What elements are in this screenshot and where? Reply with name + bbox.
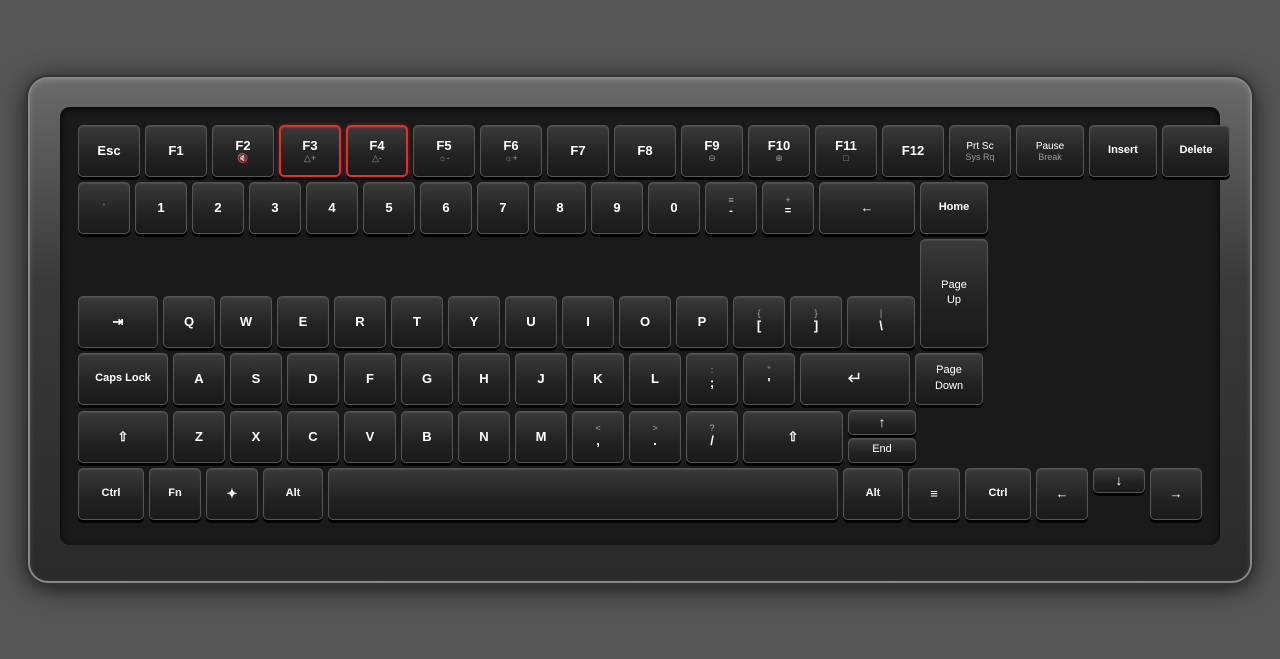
key-1[interactable]: 1 [135,182,187,234]
tab-row: ⇥ Q W E R T Y U I O P { [ } ] | \ [78,239,1202,348]
key-f5[interactable]: F5 ☼- [413,125,475,177]
key-f6[interactable]: F6 ☼+ [480,125,542,177]
key-v[interactable]: V [344,411,396,463]
key-pause[interactable]: Pause Break [1016,125,1084,177]
key-4[interactable]: 4 [306,182,358,234]
key-down[interactable]: ↓ [1093,468,1145,493]
key-t[interactable]: T [391,296,443,348]
key-lctrl[interactable]: Ctrl [78,468,144,520]
key-grave[interactable]: ' [78,182,130,234]
key-delete[interactable]: Delete [1162,125,1230,177]
key-m[interactable]: M [515,411,567,463]
key-f1[interactable]: F1 [145,125,207,177]
key-f2[interactable]: F2 🔇 [212,125,274,177]
key-g[interactable]: G [401,353,453,405]
arrow-cluster: ← ↓ → [1036,468,1202,520]
key-i[interactable]: I [562,296,614,348]
key-backspace[interactable]: ← [819,182,915,234]
key-8[interactable]: 8 [534,182,586,234]
key-5[interactable]: 5 [363,182,415,234]
key-ralt[interactable]: Alt [843,468,903,520]
key-enter[interactable]: ↵ [800,353,910,405]
key-pagedown[interactable]: PageDown [915,353,983,405]
key-up[interactable]: ↑ [848,410,916,435]
key-f11[interactable]: F11 □ [815,125,877,177]
key-f10[interactable]: F10 ⊕ [748,125,810,177]
key-o[interactable]: O [619,296,671,348]
key-s[interactable]: S [230,353,282,405]
key-h[interactable]: H [458,353,510,405]
key-e[interactable]: E [277,296,329,348]
key-left[interactable]: ← [1036,468,1088,520]
key-comma[interactable]: < , [572,411,624,463]
key-lalt[interactable]: Alt [263,468,323,520]
caps-row: Caps Lock A S D F G H J K L : ; " ' ↵ [78,353,1202,405]
key-w[interactable]: W [220,296,272,348]
key-0[interactable]: 0 [648,182,700,234]
key-u[interactable]: U [505,296,557,348]
key-l[interactable]: L [629,353,681,405]
key-p[interactable]: P [676,296,728,348]
key-k[interactable]: K [572,353,624,405]
key-3[interactable]: 3 [249,182,301,234]
key-prtsc[interactable]: Prt Sc Sys Rq [949,125,1011,177]
key-z[interactable]: Z [173,411,225,463]
key-period[interactable]: > . [629,411,681,463]
key-f[interactable]: F [344,353,396,405]
number-row: ' 1 2 3 4 5 6 7 8 9 0 ≡ - + = ← Home [78,182,1202,234]
key-menu[interactable]: ≡ [908,468,960,520]
key-lbracket[interactable]: { [ [733,296,785,348]
key-capslock[interactable]: Caps Lock [78,353,168,405]
key-f9[interactable]: F9 ⊖ [681,125,743,177]
key-6[interactable]: 6 [420,182,472,234]
key-minus[interactable]: ≡ - [705,182,757,234]
key-rshift[interactable]: ⇧ [743,411,843,463]
key-9[interactable]: 9 [591,182,643,234]
key-j[interactable]: J [515,353,567,405]
key-rbracket[interactable]: } ] [790,296,842,348]
key-backslash[interactable]: | \ [847,296,915,348]
key-c[interactable]: C [287,411,339,463]
key-fn[interactable]: Fn [149,468,201,520]
key-a[interactable]: A [173,353,225,405]
ctrl-row: Ctrl Fn ✦ Alt Alt ≡ Ctrl [78,468,1202,520]
key-rctrl[interactable]: Ctrl [965,468,1031,520]
key-lshift[interactable]: ⇧ [78,411,168,463]
key-f12[interactable]: F12 [882,125,944,177]
key-semicolon[interactable]: : ; [686,353,738,405]
key-equals[interactable]: + = [762,182,814,234]
key-2[interactable]: 2 [192,182,244,234]
key-pageup[interactable]: PageUp [920,239,988,348]
key-slash[interactable]: ? / [686,411,738,463]
key-b[interactable]: B [401,411,453,463]
key-end[interactable]: End [848,438,916,463]
fn-row: Esc F1 F2 🔇 F3 △+ F4 △- F5 ☼- F6 [78,125,1202,177]
key-quote[interactable]: " ' [743,353,795,405]
key-f8[interactable]: F8 [614,125,676,177]
up-down-cluster: ↓ [1093,468,1145,520]
key-win[interactable]: ✦ [206,468,258,520]
key-x[interactable]: X [230,411,282,463]
up-end-cluster: ↑ End [848,410,916,463]
key-y[interactable]: Y [448,296,500,348]
key-7[interactable]: 7 [477,182,529,234]
key-f4[interactable]: F4 △- [346,125,408,177]
keyboard-inner: Esc F1 F2 🔇 F3 △+ F4 △- F5 ☼- F 6 [60,107,1220,545]
key-f3[interactable]: F3 △+ [279,125,341,177]
key-tab[interactable]: ⇥ [78,296,158,348]
key-esc[interactable]: Esc [78,125,140,177]
key-right[interactable]: → [1150,468,1202,520]
key-insert[interactable]: Insert [1089,125,1157,177]
key-f7[interactable]: F7 [547,125,609,177]
key-r[interactable]: R [334,296,386,348]
key-n[interactable]: N [458,411,510,463]
key-space[interactable] [328,468,838,520]
shift-row: ⇧ Z X C V B N M < , > . ? / ⇧ [78,410,1202,463]
key-d[interactable]: D [287,353,339,405]
keyboard: Esc F1 F2 🔇 F3 △+ F4 △- F5 ☼- F 6 [30,79,1250,581]
key-home[interactable]: Home [920,182,988,234]
key-q[interactable]: Q [163,296,215,348]
